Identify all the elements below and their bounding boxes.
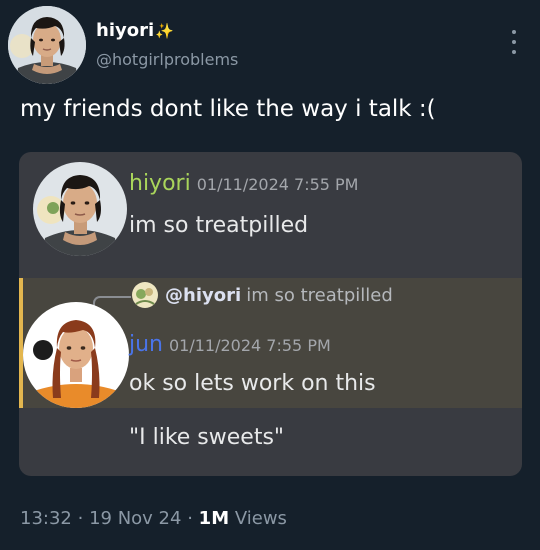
message1-username[interactable]: hiyori <box>129 171 191 196</box>
reply-avatar <box>132 282 158 308</box>
message2-text: ok so lets work on this <box>129 371 376 396</box>
message1-text: im so treatpilled <box>129 213 309 238</box>
tweet-meta: 13:32 · 19 Nov 24 · 1M Views <box>20 508 287 529</box>
reply-mention[interactable]: @hiyori <box>165 285 241 306</box>
sparkle-icon: ✨ <box>155 22 174 40</box>
author-name[interactable]: hiyori✨ <box>96 20 174 41</box>
tweet-time[interactable]: 13:32 <box>20 508 72 529</box>
tweet-text: my friends dont like the way i talk :( <box>20 96 436 122</box>
message2-timestamp: 01/11/2024 7:55 PM <box>169 336 331 355</box>
views-count: 1M <box>198 508 230 529</box>
tweet-header: hiyori✨ @hotgirlproblems <box>8 2 532 88</box>
author-avatar[interactable] <box>8 6 86 84</box>
tweet-date[interactable]: 19 Nov 24 <box>89 508 181 529</box>
message2-header: jun 01/11/2024 7:55 PM <box>129 332 331 357</box>
separator: · <box>187 508 193 529</box>
author-handle[interactable]: @hotgirlproblems <box>96 50 238 69</box>
message2-avatar <box>23 302 129 408</box>
author-name-text[interactable]: hiyori <box>96 20 154 41</box>
message1-timestamp: 01/11/2024 7:55 PM <box>196 175 359 194</box>
reply-text: im so treatpilled <box>246 285 393 306</box>
discord-screenshot: hiyori 01/11/2024 7:55 PM im so treatpill… <box>19 152 522 476</box>
message1-avatar <box>33 162 127 256</box>
message1-header: hiyori 01/11/2024 7:55 PM <box>129 171 358 196</box>
separator: · <box>77 508 84 529</box>
views-label: Views <box>234 508 287 529</box>
message3-text: "I like sweets" <box>129 425 285 450</box>
message2-username[interactable]: jun <box>129 332 163 357</box>
more-options-icon[interactable] <box>504 30 524 54</box>
reply-preview[interactable]: @hiyori im so treatpilled <box>165 285 393 306</box>
